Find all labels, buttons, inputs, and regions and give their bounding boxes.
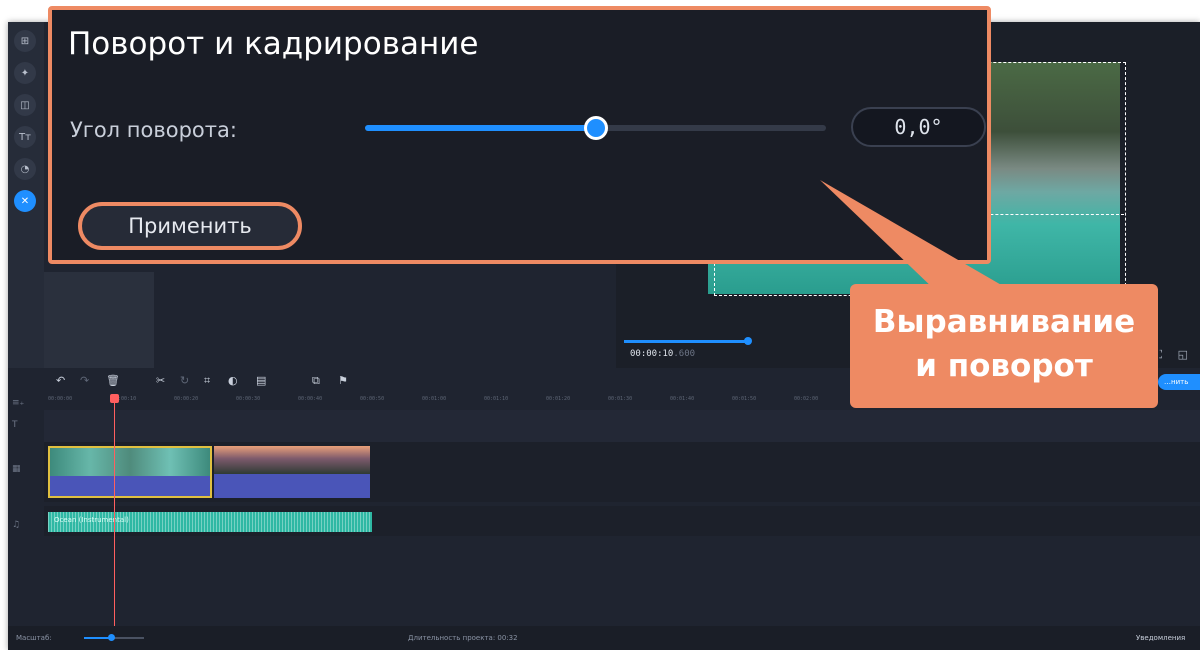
callout-line2: и поворот — [915, 348, 1093, 384]
redo-icon[interactable]: ↷ — [80, 374, 89, 387]
undo-icon[interactable]: ↶ — [56, 374, 65, 387]
panel-title: Поворот и кадрирование — [68, 26, 479, 62]
tool-panel-area — [44, 272, 154, 368]
video-track-icon: ▦ — [12, 464, 21, 474]
cut-icon[interactable]: ✂ — [156, 374, 165, 387]
color-adjust-icon[interactable]: ◐ — [228, 374, 238, 387]
crop-icon[interactable]: ⌗ — [204, 374, 210, 388]
transitions-icon[interactable]: ◫ — [14, 94, 36, 116]
callout-badge: Выравнивание и поворот — [850, 284, 1158, 408]
ruler-label: 00:02:00 — [794, 396, 819, 402]
playback-progress[interactable] — [624, 340, 746, 343]
audio-clip[interactable]: Ocean (Instrumental) — [48, 512, 372, 532]
callout-line1: Выравнивание — [872, 304, 1136, 340]
clip-thumbnail — [50, 448, 210, 476]
timecode: 00:00:10.600 — [630, 349, 695, 359]
playback-progress-knob[interactable] — [744, 337, 752, 345]
export-button[interactable]: …нить — [1158, 374, 1200, 390]
ruler-label: 00:00:50 — [360, 396, 385, 402]
fullscreen-icon[interactable]: ⛶ ◱ — [1154, 348, 1194, 362]
timecode-main: 00:00:10 — [630, 349, 674, 359]
timecode-ms: .600 — [673, 349, 696, 359]
ruler-label: 00:01:00 — [422, 396, 447, 402]
import-files-icon[interactable]: ⊞ — [14, 30, 36, 52]
audio-track[interactable]: Ocean (Instrumental) — [44, 506, 1200, 536]
ruler-label: 00:01:30 — [608, 396, 633, 402]
clip-properties-icon[interactable]: ▤ — [256, 374, 266, 387]
video-track[interactable] — [44, 442, 1200, 502]
playhead[interactable] — [114, 396, 115, 628]
notifications-button[interactable]: Уведомления — [1136, 634, 1185, 642]
audio-clip-name: Ocean (Instrumental) — [54, 516, 129, 524]
ruler-label: 00:01:10 — [484, 396, 509, 402]
ruler-label: 00:00:00 — [48, 396, 73, 402]
filters-icon[interactable]: ✦ — [14, 62, 36, 84]
rotation-slider-knob[interactable] — [584, 116, 608, 140]
playhead-knob[interactable] — [110, 394, 119, 403]
ruler-label: 00:01:40 — [670, 396, 695, 402]
scale-label: Масштаб: — [16, 634, 52, 642]
rotation-slider-fill — [365, 125, 596, 131]
marker-icon[interactable]: ⚑ — [338, 374, 348, 387]
rotate-crop-panel: Поворот и кадрирование Угол поворота: 0,… — [48, 6, 991, 264]
rotate-icon[interactable]: ↻ — [180, 374, 189, 387]
ruler-label: 00:00:40 — [298, 396, 323, 402]
status-bar: Масштаб: Длительность проекта: 00:32 Уве… — [8, 626, 1200, 650]
text-track-icon: T — [12, 420, 18, 430]
add-track-icon[interactable]: ≡₊ — [12, 398, 24, 408]
text-track[interactable] — [44, 410, 1200, 442]
titles-icon[interactable]: Tт — [14, 126, 36, 148]
clip-thumbnail — [214, 446, 370, 474]
apply-button[interactable]: Применить — [78, 202, 302, 250]
zoom-slider-knob[interactable] — [108, 634, 115, 641]
rotation-angle-label: Угол поворота: — [70, 118, 237, 142]
stickers-icon[interactable]: ◔ — [14, 158, 36, 180]
audio-track-icon: ♫ — [12, 520, 21, 530]
ruler-label: 00:01:50 — [732, 396, 757, 402]
ruler-label: 00:01:20 — [546, 396, 571, 402]
delete-icon[interactable]: 🗑︎ — [106, 374, 120, 387]
ruler-label: 00:00:20 — [174, 396, 199, 402]
more-tools-icon[interactable]: ✕ — [14, 190, 36, 212]
project-duration: Длительность проекта: 00:32 — [408, 634, 518, 642]
rotation-angle-field[interactable]: 0,0° — [851, 107, 986, 147]
ruler-label: 00:00:30 — [236, 396, 261, 402]
record-voice-icon[interactable]: ⧉ — [312, 374, 320, 388]
video-clip[interactable] — [214, 446, 370, 498]
video-clip-selected[interactable] — [48, 446, 212, 498]
side-toolbar: ⊞ ✦ ◫ Tт ◔ ✕ — [8, 22, 44, 372]
track-headers: ≡₊ T ▦ ♫ — [8, 394, 44, 624]
